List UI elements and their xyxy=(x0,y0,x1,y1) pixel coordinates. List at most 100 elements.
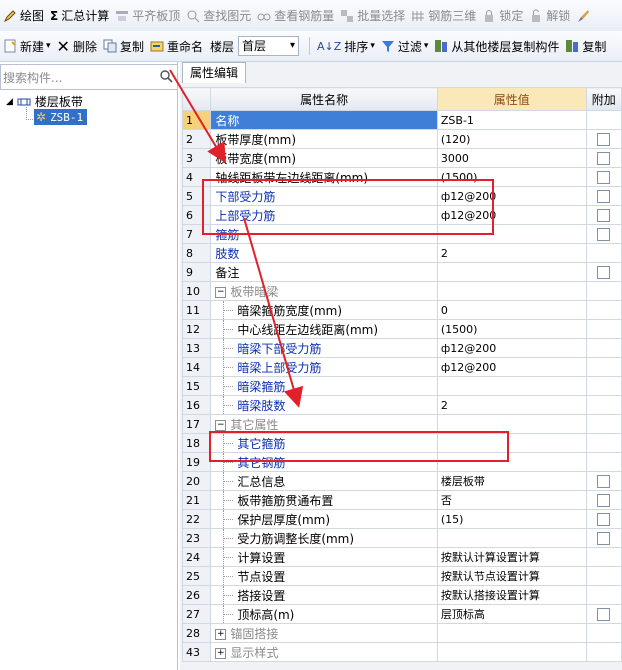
expand-icon[interactable]: + xyxy=(215,628,227,640)
extra-checkbox[interactable] xyxy=(596,513,610,526)
property-value[interactable]: ф12@200 xyxy=(436,338,587,358)
delete-button[interactable]: ✕ 删除 xyxy=(54,34,100,58)
property-value[interactable] xyxy=(436,452,587,472)
search-input[interactable]: 搜索构件... xyxy=(0,64,178,90)
table-row[interactable]: 5 下部受力筋 ф12@200 xyxy=(181,186,622,206)
extra-checkbox[interactable] xyxy=(596,532,610,545)
property-value[interactable]: (120) xyxy=(436,129,587,149)
table-row[interactable]: 26 搭接设置 按默认搭接设置计算 xyxy=(181,585,622,605)
extra-checkbox[interactable] xyxy=(596,171,610,184)
property-value[interactable]: 按默认计算设置计算 xyxy=(436,547,587,567)
align-top-button[interactable]: 平齐板顶 xyxy=(112,4,183,28)
table-row[interactable]: 17− 其它属性 xyxy=(181,414,622,434)
extra-checkbox[interactable] xyxy=(596,228,610,241)
find-element-button[interactable]: 查找图元 xyxy=(183,4,254,28)
brush-button[interactable] xyxy=(573,4,596,28)
extra-checkbox[interactable] xyxy=(596,133,610,146)
sum-button[interactable]: Σ 汇总计算 xyxy=(47,4,112,28)
collapse-icon[interactable]: − xyxy=(215,419,227,431)
table-row[interactable]: 24 计算设置 按默认计算设置计算 xyxy=(181,547,622,567)
extra-checkbox[interactable] xyxy=(596,494,610,507)
table-row[interactable]: 7 箍筋 xyxy=(181,224,622,244)
copy-button[interactable]: 复制 xyxy=(100,34,147,58)
table-row[interactable]: 22 保护层厚度(mm) (15) xyxy=(181,509,622,529)
property-value[interactable]: 2 xyxy=(436,243,587,263)
property-value[interactable]: ф12@200 xyxy=(436,205,587,225)
table-row[interactable]: 13 暗梁下部受力筋 ф12@200 xyxy=(181,338,622,358)
table-row[interactable]: 10− 板带暗梁 xyxy=(181,281,622,301)
extra-checkbox[interactable] xyxy=(596,608,610,621)
expand-icon[interactable]: + xyxy=(215,647,227,659)
property-value[interactable]: 按默认节点设置计算 xyxy=(436,566,587,586)
sort-button[interactable]: A↓Z 排序 ▾ xyxy=(314,34,378,58)
property-value[interactable] xyxy=(436,224,587,244)
table-row[interactable]: 3 板带宽度(mm) 3000 xyxy=(181,148,622,168)
property-value[interactable]: ZSB-1 xyxy=(436,110,587,130)
extra-checkbox[interactable] xyxy=(596,190,610,203)
rename-button[interactable]: 重命名 xyxy=(147,34,206,58)
floor-select[interactable]: 首层 xyxy=(238,36,300,56)
property-value[interactable] xyxy=(436,433,587,453)
table-row[interactable]: 2 板带厚度(mm) (120) xyxy=(181,129,622,149)
table-row[interactable]: 4 轴线距板带左边线距离(mm) (1500) xyxy=(181,167,622,187)
table-row[interactable]: 14 暗梁上部受力筋 ф12@200 xyxy=(181,357,622,377)
tree-node-zsb-1[interactable]: ✲ ZSB-1 xyxy=(34,109,88,125)
draw-button[interactable]: 绘图 xyxy=(0,4,47,28)
table-row[interactable]: 25 节点设置 按默认节点设置计算 xyxy=(181,566,622,586)
property-value[interactable] xyxy=(436,528,587,548)
property-value[interactable] xyxy=(436,623,587,643)
property-value[interactable]: (1500) xyxy=(436,319,587,339)
property-value[interactable]: 3000 xyxy=(436,148,587,168)
property-value[interactable] xyxy=(436,414,587,434)
property-value[interactable]: 2 xyxy=(436,395,587,415)
table-row[interactable]: 8 肢数 2 xyxy=(181,243,622,263)
table-row[interactable]: 28 + 锚固搭接 xyxy=(181,623,622,643)
property-value[interactable]: (15) xyxy=(436,509,587,529)
tree-node-slab-strip[interactable]: ◢ 楼层板带 xyxy=(6,93,83,110)
property-value[interactable]: 否 xyxy=(436,490,587,510)
lock-button[interactable]: 锁定 xyxy=(479,4,526,28)
property-value[interactable]: ф12@200 xyxy=(436,186,587,206)
collapse-icon[interactable]: − xyxy=(215,286,227,298)
tab-property-edit[interactable]: 属性编辑 xyxy=(182,62,246,83)
extra-checkbox[interactable] xyxy=(596,475,610,488)
copy-from-floor-button[interactable]: 从其他楼层复制构件 xyxy=(431,34,562,58)
search-icon[interactable] xyxy=(159,69,173,86)
filter-button[interactable]: 过滤 ▾ xyxy=(378,34,432,58)
batch-select-button[interactable]: 批量选择 xyxy=(337,4,408,28)
property-value[interactable]: 0 xyxy=(436,300,587,320)
table-row[interactable]: 15 暗梁箍筋 xyxy=(181,376,622,396)
table-row[interactable]: 43 + 显示样式 xyxy=(181,642,622,662)
table-row[interactable]: 20 汇总信息 楼层板带 xyxy=(181,471,622,491)
table-row[interactable]: 27 顶标高(m) 层顶标高 xyxy=(181,604,622,624)
property-value[interactable] xyxy=(436,262,587,282)
extra-checkbox[interactable] xyxy=(596,152,610,165)
extra-checkbox[interactable] xyxy=(596,209,610,222)
table-row[interactable]: 9 备注 xyxy=(181,262,622,282)
property-value[interactable]: ф12@200 xyxy=(436,357,587,377)
property-value[interactable] xyxy=(436,281,587,301)
property-value[interactable]: 楼层板带 xyxy=(436,471,587,491)
property-value[interactable]: 按默认搭接设置计算 xyxy=(436,585,587,605)
copy2-button[interactable]: 复制 xyxy=(562,34,609,58)
property-value[interactable] xyxy=(436,642,587,662)
property-value[interactable]: 层顶标高 xyxy=(436,604,587,624)
table-row[interactable]: 12 中心线距左边线距离(mm) (1500) xyxy=(181,319,622,339)
table-row[interactable]: 6 上部受力筋 ф12@200 xyxy=(181,205,622,225)
table-row[interactable]: 19 其它钢筋 xyxy=(181,452,622,472)
table-row[interactable]: 16 暗梁肢数 2 xyxy=(181,395,622,415)
header-name: 属性名称 xyxy=(210,87,438,111)
table-row[interactable]: 1 名称 ZSB-1 xyxy=(181,110,622,130)
rebar-3d-button[interactable]: 钢筋三维 xyxy=(408,4,479,28)
table-row[interactable]: 11 暗梁箍筋宽度(mm) 0 xyxy=(181,300,622,320)
table-row[interactable]: 23 受力筋调整长度(mm) xyxy=(181,528,622,548)
collapse-triangle-icon[interactable]: ◢ xyxy=(6,97,13,107)
table-row[interactable]: 21 板带箍筋贯通布置 否 xyxy=(181,490,622,510)
extra-checkbox[interactable] xyxy=(596,266,610,279)
new-button[interactable]: 新建 ▾ xyxy=(0,34,54,58)
property-value[interactable] xyxy=(436,376,587,396)
property-value[interactable]: (1500) xyxy=(436,167,587,187)
view-rebar-button[interactable]: 查看钢筋量 xyxy=(254,4,337,28)
table-row[interactable]: 18 其它箍筋 xyxy=(181,433,622,453)
unlock-button[interactable]: 解锁 xyxy=(526,4,573,28)
